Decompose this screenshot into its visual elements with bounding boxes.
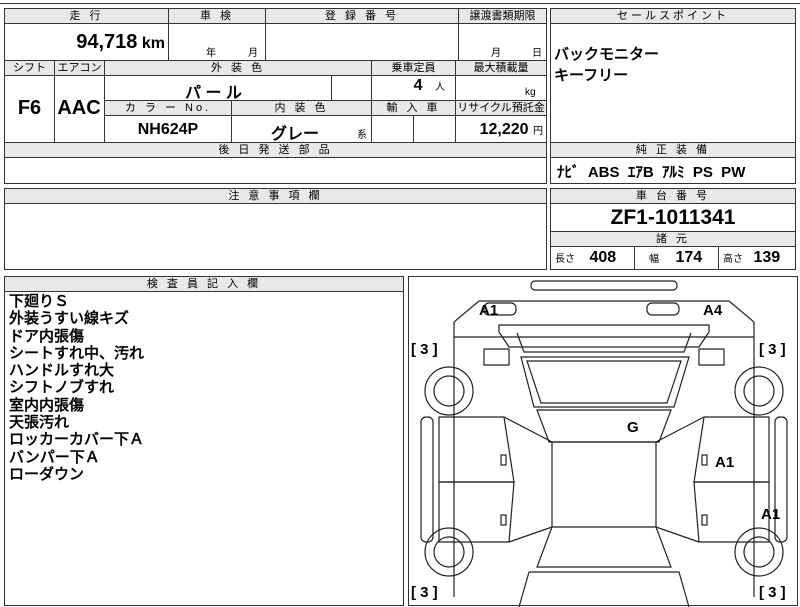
interior-color-header: 内 装 色 [231,101,371,116]
sales-point-box: セールスポイント バックモニター キーフリー 純 正 装 備 ﾅﾋﾞ ABS ｴ… [550,8,796,184]
later-parts-header: 後 日 発 送 部 品 [5,143,546,158]
transfer-day-unit: 日 [532,48,542,59]
note-item: 天張汚れ [9,414,70,432]
mileage-header: 走 行 [5,9,168,24]
specs-header: 諸 元 [551,231,795,247]
shift-value: F6 [17,97,42,119]
note-item: ハンドルすれ大 [9,362,115,380]
tire-tread-rear-left: [ 3 ] [411,584,438,601]
caution-box: 注 意 事 項 欄 [4,188,547,270]
interior-color-text: グレー [271,126,320,143]
recycle-value: 12,220 円 [455,121,546,139]
factory-equipment-header: 純 正 装 備 [551,142,795,158]
exterior-color-header: 外 装 色 [104,61,371,76]
capacity-value: 4 人 [371,77,453,95]
note-item: 下廻りＳ [9,293,70,310]
transfer-deadline-header: 譲渡書類期限 [458,9,546,24]
car-diagram-box: A1 A4 G A1 A1 [ 3 ] [ 3 ] [ 3 ] [ 3 ] [408,276,798,607]
top-strip [0,0,800,4]
sales-point-item: バックモニター [554,46,660,63]
color-no-header: カ ラ ー No. [105,101,231,116]
damage-mark-right-rocker: A1 [761,506,781,523]
damage-mark-front-right: A4 [703,302,723,319]
sales-point-header: セールスポイント [551,9,795,24]
spec-length-label: 長さ [555,254,575,265]
factory-equipment-value: ﾅﾋﾞ ABS ｴｱB ｱﾙﾐ PS PW [557,164,746,181]
spec-width-value: 174 [675,249,703,266]
max-load-header: 最大積載量 [455,61,546,76]
inspection-month-unit: 月 [248,48,258,59]
caution-header: 注 意 事 項 欄 [5,189,546,204]
note-item: ローダウン [9,465,85,483]
spec-width: 幅 174 [649,249,702,267]
note-item: ロッカーカバー下Ａ [9,431,145,449]
transfer-month-unit: 月 [491,48,501,59]
spec-height: 高さ 139 [723,249,780,267]
capacity-unit: 人 [435,82,445,93]
note-item: シートすれ中、汚れ [9,344,145,362]
shift-header: シフト [5,61,54,76]
damage-mark-front-left: A1 [479,302,499,319]
max-load-unit: kg [525,87,536,98]
damage-mark-right-door: A1 [715,454,735,471]
chassis-no-value: ZF1-1011341 [610,206,736,229]
spec-length: 長さ 408 [555,249,616,267]
recycle-number: 12,220 [479,121,529,138]
note-item: シフトノブすれ [9,379,115,397]
inspection-header: 車 検 [168,9,265,24]
note-item: 室内内張傷 [9,396,85,414]
spec-length-value: 408 [589,249,617,266]
inspector-notes-header: 検 査 員 記 入 欄 [5,277,403,292]
interior-color-suffix: 系 [357,130,367,141]
note-item: ドア内張傷 [9,327,85,345]
mileage-value: 94,718 km [5,31,165,54]
tire-tread-front-right: [ 3 ] [759,341,786,358]
spec-width-label: 幅 [649,254,659,265]
sales-point-list: バックモニター キーフリー [554,44,659,86]
chassis-no-header: 車 台 番 号 [551,189,795,204]
import-header: 輸 入 車 [371,101,455,116]
tire-tread-rear-right: [ 3 ] [759,584,786,601]
mileage-number: 94,718 [76,31,138,53]
color-no-value: NH624P [137,121,199,138]
aircon-header: エアコン [54,61,104,76]
chassis-box: 車 台 番 号 ZF1-1011341 諸 元 長さ 408 幅 174 高さ … [550,188,796,270]
inspector-notes-box: 検 査 員 記 入 欄 下廻りＳ 外装うすい線キズ ドア内張傷 シートすれ中、汚… [4,276,404,606]
recycle-unit: 円 [533,126,543,137]
mileage-unit: km [141,35,165,52]
note-item: 外装うすい線キズ [9,310,130,328]
note-item: バンパー下Ａ [9,448,100,466]
registration-header: 登 録 番 号 [265,9,458,24]
sales-point-item: キーフリー [554,67,629,84]
spec-table: 走 行 車 検 登 録 番 号 譲渡書類期限 94,718 km 年 月 月 日… [4,8,547,184]
spec-height-value: 139 [753,249,781,266]
spec-height-label: 高さ [723,254,743,265]
tire-tread-front-left: [ 3 ] [411,341,438,358]
car-diagram [420,280,788,607]
damage-mark-roof: G [627,419,639,436]
aircon-value: AAC [57,97,101,119]
capacity-header: 乗車定員 [371,61,455,76]
inspector-notes-list: 下廻りＳ 外装うすい線キズ ドア内張傷 シートすれ中、汚れ ハンドルすれ大 シフ… [9,293,144,483]
capacity-number: 4 [413,77,423,94]
recycle-header: リサイクル預託金 [455,101,546,116]
inspection-year-unit: 年 [206,48,216,59]
